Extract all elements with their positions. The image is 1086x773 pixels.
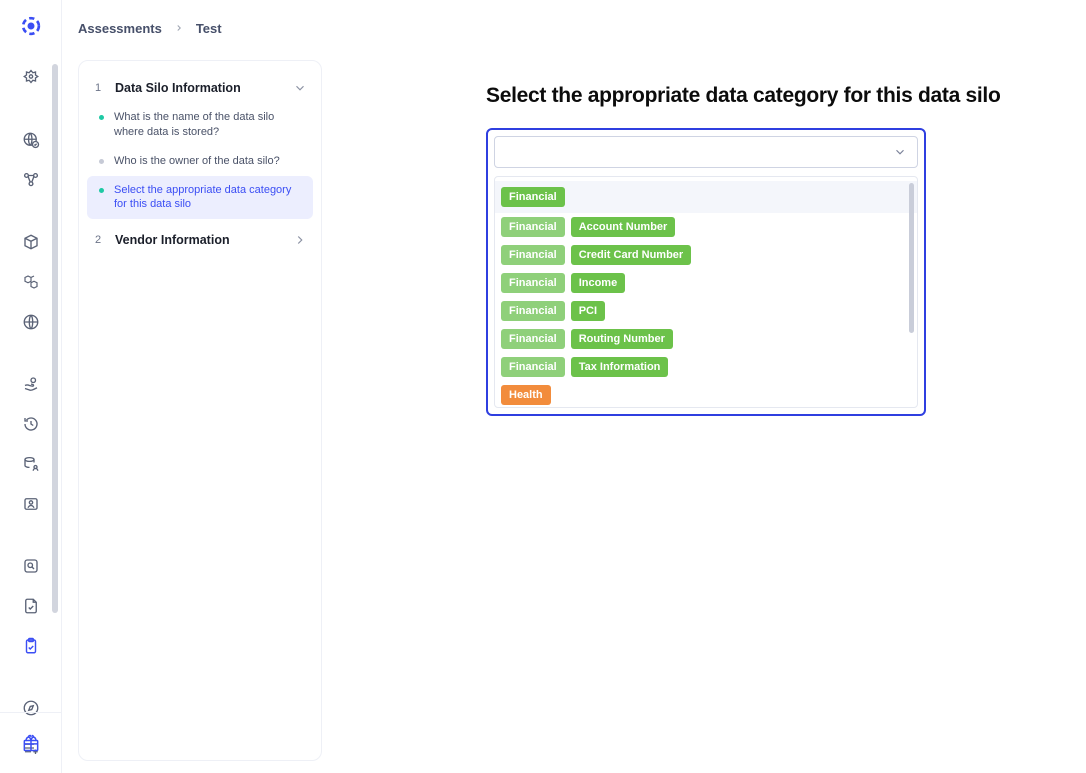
category-parent-tag: Financial bbox=[501, 245, 565, 265]
dropdown-option[interactable]: Health bbox=[495, 381, 917, 408]
form-area: Select the appropriate data category for… bbox=[346, 60, 1074, 761]
dropdown-option[interactable]: Financial Income bbox=[495, 269, 917, 297]
dropdown-option[interactable]: Financial bbox=[495, 181, 917, 213]
category-tag: Account Number bbox=[571, 217, 676, 237]
dropdown-option[interactable]: Financial Routing Number bbox=[495, 325, 917, 353]
category-parent-tag: Financial bbox=[501, 273, 565, 293]
category-parent-tag: Financial bbox=[501, 329, 565, 349]
category-tag: Tax Information bbox=[571, 357, 669, 377]
chevron-right-icon bbox=[174, 23, 184, 33]
dropdown-menu: Financial Financial Account Number Finan… bbox=[494, 176, 918, 408]
section-number: 2 bbox=[93, 234, 103, 246]
breadcrumb: Assessments Test bbox=[62, 0, 1086, 56]
question-text: Select the appropriate data category for… bbox=[114, 183, 307, 213]
question-text: What is the name of the data silo where … bbox=[114, 110, 307, 140]
nav-gift[interactable] bbox=[0, 723, 61, 763]
section-number: 1 bbox=[93, 82, 103, 94]
section-header-data-silo[interactable]: 1 Data Silo Information bbox=[87, 73, 313, 103]
dropdown-option[interactable]: Financial PCI bbox=[495, 297, 917, 325]
category-tag: Income bbox=[571, 273, 626, 293]
category-dropdown[interactable] bbox=[494, 136, 918, 168]
chevron-right-icon bbox=[293, 233, 307, 247]
chevron-down-icon bbox=[293, 81, 307, 95]
category-tag: Routing Number bbox=[571, 329, 673, 349]
section-title: Vendor Information bbox=[115, 233, 230, 247]
category-dropdown-focus-wrap: Financial Financial Account Number Finan… bbox=[486, 128, 926, 416]
category-tag: Financial bbox=[501, 187, 565, 207]
question-text: Who is the owner of the data silo? bbox=[114, 154, 280, 169]
nav-scroll-indicator bbox=[52, 64, 58, 613]
question-item[interactable]: Who is the owner of the data silo? bbox=[87, 147, 313, 176]
chevron-down-icon bbox=[893, 145, 907, 159]
category-parent-tag: Financial bbox=[501, 301, 565, 321]
breadcrumb-root[interactable]: Assessments bbox=[78, 21, 162, 36]
nav-rail bbox=[0, 0, 62, 773]
category-tag: Health bbox=[501, 385, 551, 405]
question-title: Select the appropriate data category for… bbox=[486, 84, 1050, 108]
status-dot-icon bbox=[99, 188, 104, 193]
main-area: Assessments Test 1 Data Silo Information bbox=[62, 0, 1086, 773]
status-dot-icon bbox=[99, 159, 104, 164]
category-tag: Credit Card Number bbox=[571, 245, 692, 265]
dropdown-option[interactable]: Financial Credit Card Number bbox=[495, 241, 917, 269]
section-header-vendor[interactable]: 2 Vendor Information bbox=[87, 225, 313, 255]
dropdown-option[interactable]: Financial Account Number bbox=[495, 213, 917, 241]
breadcrumb-current: Test bbox=[196, 21, 222, 36]
question-nav-panel: 1 Data Silo Information What is the name… bbox=[78, 60, 322, 761]
dropdown-option[interactable]: Financial Tax Information bbox=[495, 353, 917, 381]
nav-clipboard-check[interactable] bbox=[0, 626, 61, 666]
question-item-active[interactable]: Select the appropriate data category for… bbox=[87, 176, 313, 220]
question-item[interactable]: What is the name of the data silo where … bbox=[87, 103, 313, 147]
category-parent-tag: Financial bbox=[501, 357, 565, 377]
app-logo[interactable] bbox=[16, 12, 46, 40]
dropdown-scrollbar[interactable] bbox=[909, 183, 914, 333]
status-dot-icon bbox=[99, 115, 104, 120]
section-title: Data Silo Information bbox=[115, 81, 241, 95]
category-parent-tag: Financial bbox=[501, 217, 565, 237]
category-tag: PCI bbox=[571, 301, 605, 321]
